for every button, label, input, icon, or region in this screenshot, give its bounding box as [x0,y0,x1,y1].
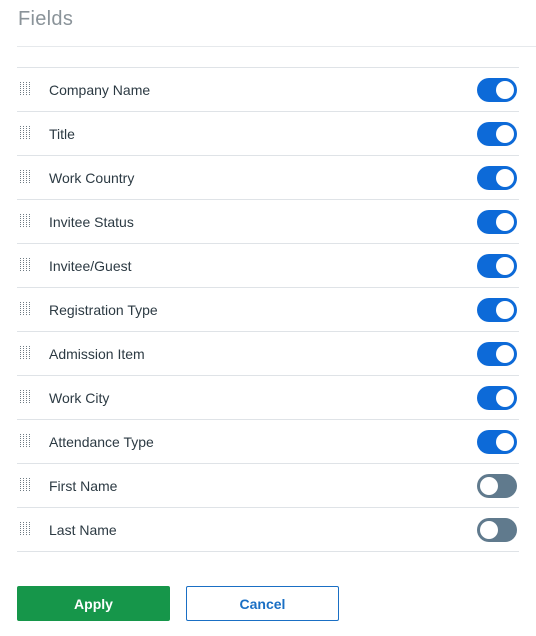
toggle-first-name[interactable] [477,474,517,498]
drag-handle-icon[interactable] [19,214,32,228]
field-row-work-country: Work Country [17,156,519,200]
drag-handle-icon[interactable] [19,82,32,96]
apply-button[interactable]: Apply [17,586,170,621]
toggle-title[interactable] [477,122,517,146]
drag-handle-icon[interactable] [19,434,32,448]
drag-handle-icon[interactable] [19,390,32,404]
drag-dots [20,126,30,139]
field-label: First Name [49,478,118,494]
toggle-admission-item[interactable] [477,342,517,366]
field-label: Work Country [49,170,135,186]
drag-dots [20,522,30,535]
drag-handle-icon[interactable] [19,170,32,184]
drag-dots [20,434,30,447]
cancel-button[interactable]: Cancel [186,586,339,621]
drag-handle-icon[interactable] [19,126,32,140]
field-label: Attendance Type [49,434,154,450]
field-label: Last Name [49,522,117,538]
field-label: Company Name [49,82,151,98]
toggle-work-country[interactable] [477,166,517,190]
toggle-attendance-type[interactable] [477,430,517,454]
toggle-knob [496,169,514,187]
field-label: Invitee/Guest [49,258,132,274]
drag-dots [20,82,30,95]
field-row-attendance-type: Attendance Type [17,420,519,464]
drag-handle-icon[interactable] [19,258,32,272]
drag-handle-icon[interactable] [19,302,32,316]
toggle-knob [496,257,514,275]
toggle-knob [496,125,514,143]
drag-handle-icon[interactable] [19,478,32,492]
field-list: Company Name Title Work Country Invitee … [17,67,519,552]
field-label: Work City [49,390,110,406]
toggle-knob [496,81,514,99]
panel-title: Fields [18,8,74,30]
field-row-title: Title [17,112,519,156]
toggle-work-city[interactable] [477,386,517,410]
panel-header: Fields [17,0,536,47]
field-row-company-name: Company Name [17,68,519,112]
toggle-knob [496,213,514,231]
field-row-first-name: First Name [17,464,519,508]
toggle-last-name[interactable] [477,518,517,542]
toggle-invitee-guest[interactable] [477,254,517,278]
toggle-knob [496,433,514,451]
field-label: Invitee Status [49,214,134,230]
drag-dots [20,390,30,403]
toggle-knob [480,521,498,539]
drag-handle-icon[interactable] [19,346,32,360]
drag-handle-icon[interactable] [19,522,32,536]
toggle-registration-type[interactable] [477,298,517,322]
field-row-work-city: Work City [17,376,519,420]
toggle-knob [496,389,514,407]
toggle-knob [496,345,514,363]
drag-dots [20,302,30,315]
field-label: Admission Item [49,346,145,362]
field-row-last-name: Last Name [17,508,519,552]
field-row-invitee-guest: Invitee/Guest [17,244,519,288]
drag-dots [20,478,30,491]
field-row-registration-type: Registration Type [17,288,519,332]
field-row-invitee-status: Invitee Status [17,200,519,244]
toggle-knob [496,301,514,319]
drag-dots [20,170,30,183]
toggle-invitee-status[interactable] [477,210,517,234]
toggle-knob [480,477,498,495]
toggle-company-name[interactable] [477,78,517,102]
drag-dots [20,214,30,227]
drag-dots [20,346,30,359]
field-label: Title [49,126,75,142]
field-label: Registration Type [49,302,158,318]
field-row-admission-item: Admission Item [17,332,519,376]
drag-dots [20,258,30,271]
